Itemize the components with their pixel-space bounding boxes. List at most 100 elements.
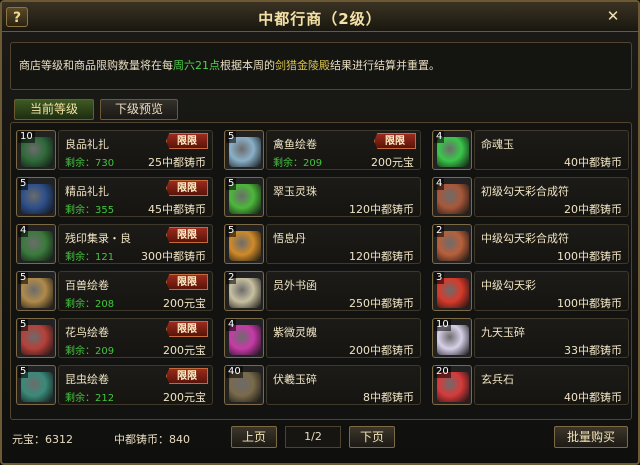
item-card[interactable]: 命魂玉 40中都铸币 <box>474 130 629 170</box>
yuanbao-balance: 元宝：6312 <box>12 433 73 446</box>
item-name: 禽鱼绘卷 <box>273 138 317 151</box>
item-price: 100中都铸币 <box>557 250 622 263</box>
item-name: 残印集录・良 <box>65 232 131 245</box>
shop-item[interactable]: 4 命魂玉 40中都铸币 <box>430 126 629 171</box>
shop-item[interactable]: 5 精品礼扎 限限 剩余：355 45中都铸币 <box>14 173 213 218</box>
shop-item[interactable]: 10 九天玉碎 33中都铸币 <box>430 314 629 359</box>
item-price: 200元宝 <box>163 344 206 357</box>
item-icon[interactable]: 5 <box>224 224 264 264</box>
item-quantity: 5 <box>18 319 29 331</box>
item-card[interactable]: 中级勾天彩合成符 100中都铸币 <box>474 224 629 264</box>
tab-next-level-preview[interactable]: 下级预览 <box>100 99 178 120</box>
shop-item[interactable]: 5 禽鱼绘卷 限限 剩余：209 200元宝 <box>222 126 421 171</box>
item-remaining: 剩余：208 <box>65 295 114 310</box>
shop-item[interactable]: 4 紫微灵魄 200中都铸币 <box>222 314 421 359</box>
item-icon[interactable]: 5 <box>224 130 264 170</box>
item-card[interactable]: 残印集录・良 限限 剩余：121 300中都铸币 <box>58 224 213 264</box>
item-quantity: 5 <box>18 366 29 378</box>
shop-window: ? 中都行商（2级） ✕ 商店等级和商品限购数量将在每周六21点根据本周的剑猎金… <box>0 0 640 465</box>
item-quantity: 10 <box>18 131 35 143</box>
item-name: 悟息丹 <box>273 232 306 245</box>
remaining-label: 剩余： <box>65 205 95 216</box>
coin-balance: 中都铸币：840 <box>114 433 190 446</box>
remaining-label: 剩余： <box>65 299 95 310</box>
item-price: 33中都铸币 <box>564 344 622 357</box>
item-icon[interactable]: 2 <box>432 224 472 264</box>
item-card[interactable]: 玄兵石 40中都铸币 <box>474 365 629 405</box>
item-price: 20中都铸币 <box>564 203 622 216</box>
close-icon[interactable]: ✕ <box>602 6 624 26</box>
item-remaining: 剩余：730 <box>65 154 114 169</box>
shop-item[interactable]: 5 悟息丹 120中都铸币 <box>222 220 421 265</box>
item-icon[interactable]: 10 <box>432 318 472 358</box>
item-name: 昆虫绘卷 <box>65 373 109 386</box>
item-card[interactable]: 九天玉碎 33中都铸币 <box>474 318 629 358</box>
shop-item[interactable]: 40 伏羲玉碎 8中都铸币 <box>222 361 421 406</box>
item-icon[interactable]: 5 <box>16 365 56 405</box>
item-card[interactable]: 百兽绘卷 限限 剩余：208 200元宝 <box>58 271 213 311</box>
item-icon[interactable]: 4 <box>432 130 472 170</box>
item-name: 员外书函 <box>273 279 317 292</box>
item-remaining: 剩余：212 <box>65 389 114 404</box>
shop-item[interactable]: 5 花鸟绘卷 限限 剩余：209 200元宝 <box>14 314 213 359</box>
item-card[interactable]: 员外书函 250中都铸币 <box>266 271 421 311</box>
shop-item[interactable]: 3 中级勾天彩 100中都铸币 <box>430 267 629 312</box>
shop-item[interactable]: 10 良品礼扎 限限 剩余：730 25中都铸币 <box>14 126 213 171</box>
notice-text-2: 根据本周的 <box>220 59 275 72</box>
item-quantity: 2 <box>434 225 445 237</box>
item-icon[interactable]: 20 <box>432 365 472 405</box>
item-grid: 10 良品礼扎 限限 剩余：730 25中都铸币 5 精品礼扎 限限 剩余：355 45中都铸币 4… <box>10 122 632 420</box>
limited-badge: 限限 <box>166 368 208 384</box>
item-price: 8中都铸币 <box>363 391 414 404</box>
item-quantity: 4 <box>434 131 445 143</box>
item-icon[interactable]: 40 <box>224 365 264 405</box>
item-price: 200元宝 <box>163 391 206 404</box>
shop-item[interactable]: 4 残印集录・良 限限 剩余：121 300中都铸币 <box>14 220 213 265</box>
item-icon[interactable]: 10 <box>16 130 56 170</box>
item-quantity: 5 <box>226 131 237 143</box>
item-card[interactable]: 初级勾天彩合成符 20中都铸币 <box>474 177 629 217</box>
tab-current-level[interactable]: 当前等级 <box>14 99 94 120</box>
item-card[interactable]: 禽鱼绘卷 限限 剩余：209 200元宝 <box>266 130 421 170</box>
remaining-value: 212 <box>95 393 115 404</box>
remaining-value: 209 <box>95 346 115 357</box>
shop-item[interactable]: 5 百兽绘卷 限限 剩余：208 200元宝 <box>14 267 213 312</box>
item-card[interactable]: 翠玉灵珠 120中都铸币 <box>266 177 421 217</box>
item-card[interactable]: 悟息丹 120中都铸币 <box>266 224 421 264</box>
item-price: 120中都铸币 <box>349 250 414 263</box>
shop-item[interactable]: 4 初级勾天彩合成符 20中都铸币 <box>430 173 629 218</box>
page-indicator: 1/2 <box>285 426 341 448</box>
bulk-buy-button[interactable]: 批量购买 <box>554 426 628 448</box>
item-card[interactable]: 精品礼扎 限限 剩余：355 45中都铸币 <box>58 177 213 217</box>
item-icon[interactable]: 5 <box>16 318 56 358</box>
item-quantity: 5 <box>226 225 237 237</box>
notice-text-1: 商店等级和商品限购数量将在每 <box>19 59 173 72</box>
item-icon[interactable]: 4 <box>432 177 472 217</box>
shop-item[interactable]: 2 中级勾天彩合成符 100中都铸币 <box>430 220 629 265</box>
next-page-button[interactable]: 下页 <box>349 426 395 448</box>
item-icon[interactable]: 5 <box>16 271 56 311</box>
remaining-value: 208 <box>95 299 115 310</box>
item-card[interactable]: 花鸟绘卷 限限 剩余：209 200元宝 <box>58 318 213 358</box>
item-card[interactable]: 良品礼扎 限限 剩余：730 25中都铸币 <box>58 130 213 170</box>
item-icon[interactable]: 3 <box>432 271 472 311</box>
shop-item[interactable]: 5 翠玉灵珠 120中都铸币 <box>222 173 421 218</box>
item-icon[interactable]: 4 <box>224 318 264 358</box>
item-name: 百兽绘卷 <box>65 279 109 292</box>
item-icon[interactable]: 5 <box>224 177 264 217</box>
item-icon[interactable]: 2 <box>224 271 264 311</box>
item-card[interactable]: 伏羲玉碎 8中都铸币 <box>266 365 421 405</box>
item-icon[interactable]: 4 <box>16 224 56 264</box>
remaining-label: 剩余： <box>65 393 95 404</box>
shop-item[interactable]: 5 昆虫绘卷 限限剩余：212 200元宝 <box>14 361 213 406</box>
item-card[interactable]: 中级勾天彩 100中都铸币 <box>474 271 629 311</box>
item-card[interactable]: 紫微灵魄 200中都铸币 <box>266 318 421 358</box>
item-name: 花鸟绘卷 <box>65 326 109 339</box>
item-name: 命魂玉 <box>481 138 514 151</box>
remaining-label: 剩余： <box>273 158 303 169</box>
prev-page-button[interactable]: 上页 <box>231 426 277 448</box>
item-card[interactable]: 昆虫绘卷 限限剩余：212 200元宝 <box>58 365 213 405</box>
item-icon[interactable]: 5 <box>16 177 56 217</box>
shop-item[interactable]: 2 员外书函 250中都铸币 <box>222 267 421 312</box>
shop-item[interactable]: 20 玄兵石 40中都铸币 <box>430 361 629 406</box>
